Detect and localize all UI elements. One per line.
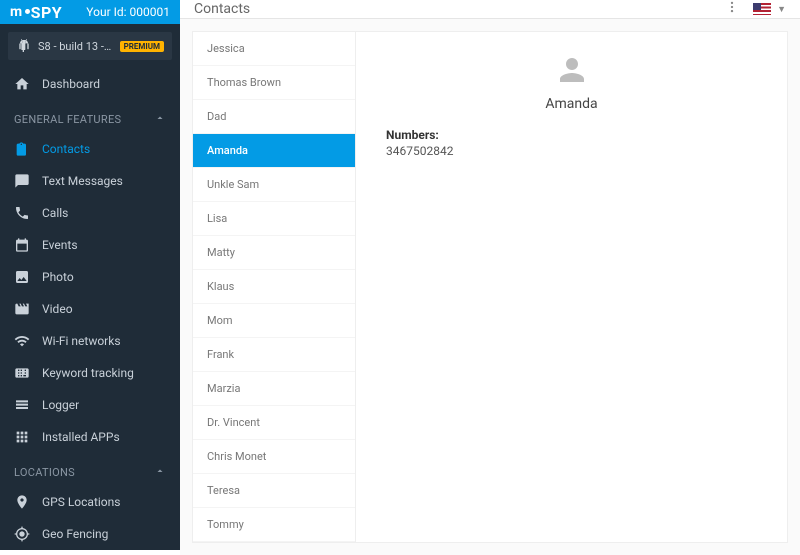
calendar-icon (14, 237, 30, 253)
contact-name: Amanda (545, 96, 597, 112)
device-name: S8 - build 13 - 5... (38, 40, 114, 53)
contact-numbers-section: Numbers: 3467502842 (386, 128, 757, 158)
chevron-up-icon (154, 465, 166, 480)
video-icon (14, 301, 30, 317)
phone-icon (14, 205, 30, 221)
nav-label: Installed APPs (42, 430, 120, 444)
nav-label: Geo Fencing (42, 527, 108, 541)
numbers-label: Numbers: (386, 128, 757, 142)
nav-photo[interactable]: Photo (0, 261, 180, 293)
locale-selector[interactable]: ▼ (753, 3, 786, 15)
topbar: Contacts ▼ (180, 0, 800, 19)
wifi-icon (14, 333, 30, 349)
nav-apps[interactable]: Installed APPs (0, 421, 180, 453)
content-area: JessicaThomas BrownDadAmandaUnkle SamLis… (180, 19, 800, 555)
photo-icon (14, 269, 30, 285)
contact-item[interactable]: Dr. Vincent (193, 406, 355, 440)
brand-logo: m SPY (10, 3, 62, 22)
nav-label: Wi-Fi networks (42, 334, 121, 348)
numbers-value: 3467502842 (386, 144, 757, 158)
device-selector[interactable]: S8 - build 13 - 5... PREMIUM (8, 32, 172, 60)
message-icon (14, 173, 30, 189)
contact-item[interactable]: Frank (193, 338, 355, 372)
nav-gps[interactable]: GPS Locations (0, 486, 180, 518)
page-title: Contacts (194, 1, 250, 17)
nav-label: Dashboard (42, 77, 100, 91)
keyboard-icon (14, 365, 30, 381)
nav-label: GPS Locations (42, 495, 120, 509)
section-label: LOCATIONS (14, 466, 75, 479)
nav-label: Calls (42, 206, 68, 220)
topbar-actions: ▼ (725, 0, 786, 18)
contact-list: JessicaThomas BrownDadAmandaUnkle SamLis… (192, 31, 356, 543)
contact-item[interactable]: Tommy (193, 508, 355, 542)
nav-events[interactable]: Events (0, 229, 180, 261)
nav-section-general[interactable]: GENERAL FEATURES (0, 100, 180, 133)
nav-calls[interactable]: Calls (0, 197, 180, 229)
app-root: m SPY Your Id: 000001 S8 - build 13 - 5..… (0, 0, 800, 550)
nav-label: Logger (42, 398, 79, 412)
nav-label: Contacts (42, 142, 90, 156)
home-icon (14, 76, 30, 92)
nav-keyword[interactable]: Keyword tracking (0, 357, 180, 389)
target-icon (14, 526, 30, 542)
main-area: Contacts ▼ JessicaThomas BrownDadAmandaU… (180, 0, 800, 550)
logo-mark-icon: m (10, 5, 23, 19)
contact-item[interactable]: Mom (193, 304, 355, 338)
contact-item[interactable]: Dad (193, 100, 355, 134)
sidebar-header: m SPY Your Id: 000001 (0, 0, 180, 24)
clipboard-icon (14, 141, 30, 157)
contact-detail-panel: Amanda Numbers: 3467502842 (356, 31, 788, 543)
nav-dashboard[interactable]: Dashboard (0, 68, 180, 100)
contact-header: Amanda (386, 52, 757, 112)
nav-label: Events (42, 238, 78, 252)
nav-label: Text Messages (42, 174, 123, 188)
logger-icon (14, 397, 30, 413)
avatar-icon (554, 52, 590, 88)
logo-text: SPY (31, 3, 63, 22)
location-icon (14, 494, 30, 510)
apps-icon (14, 429, 30, 445)
nav-section-locations[interactable]: LOCATIONS (0, 453, 180, 486)
contact-item[interactable]: Lisa (193, 202, 355, 236)
contact-item[interactable]: Klaus (193, 270, 355, 304)
contact-item[interactable]: Jessica (193, 32, 355, 66)
contact-item[interactable]: Thomas Brown (193, 66, 355, 100)
more-menu-button[interactable] (725, 0, 739, 18)
contact-item[interactable]: Unkle Sam (193, 168, 355, 202)
nav-logger[interactable]: Logger (0, 389, 180, 421)
section-label: GENERAL FEATURES (14, 113, 121, 126)
chevron-up-icon (154, 112, 166, 127)
contact-item[interactable]: Chris Monet (193, 440, 355, 474)
android-icon (16, 38, 32, 54)
nav-label: Video (42, 302, 73, 316)
nav-geofence[interactable]: Geo Fencing (0, 518, 180, 550)
nav-label: Keyword tracking (42, 366, 134, 380)
nav-video[interactable]: Video (0, 293, 180, 325)
nav-contacts[interactable]: Contacts (0, 133, 180, 165)
sidebar: m SPY Your Id: 000001 S8 - build 13 - 5..… (0, 0, 180, 550)
premium-badge: PREMIUM (120, 41, 164, 52)
contact-item[interactable]: Amanda (193, 134, 355, 168)
user-id-label: Your Id: 000001 (86, 5, 170, 19)
contact-item[interactable]: Teresa (193, 474, 355, 508)
nav-wifi[interactable]: Wi-Fi networks (0, 325, 180, 357)
nav-text-messages[interactable]: Text Messages (0, 165, 180, 197)
flag-us-icon (753, 3, 771, 15)
nav-label: Photo (42, 270, 74, 284)
logo-dot-icon (25, 9, 30, 14)
contact-item[interactable]: Marzia (193, 372, 355, 406)
contact-item[interactable]: Matty (193, 236, 355, 270)
chevron-down-icon: ▼ (777, 4, 786, 15)
